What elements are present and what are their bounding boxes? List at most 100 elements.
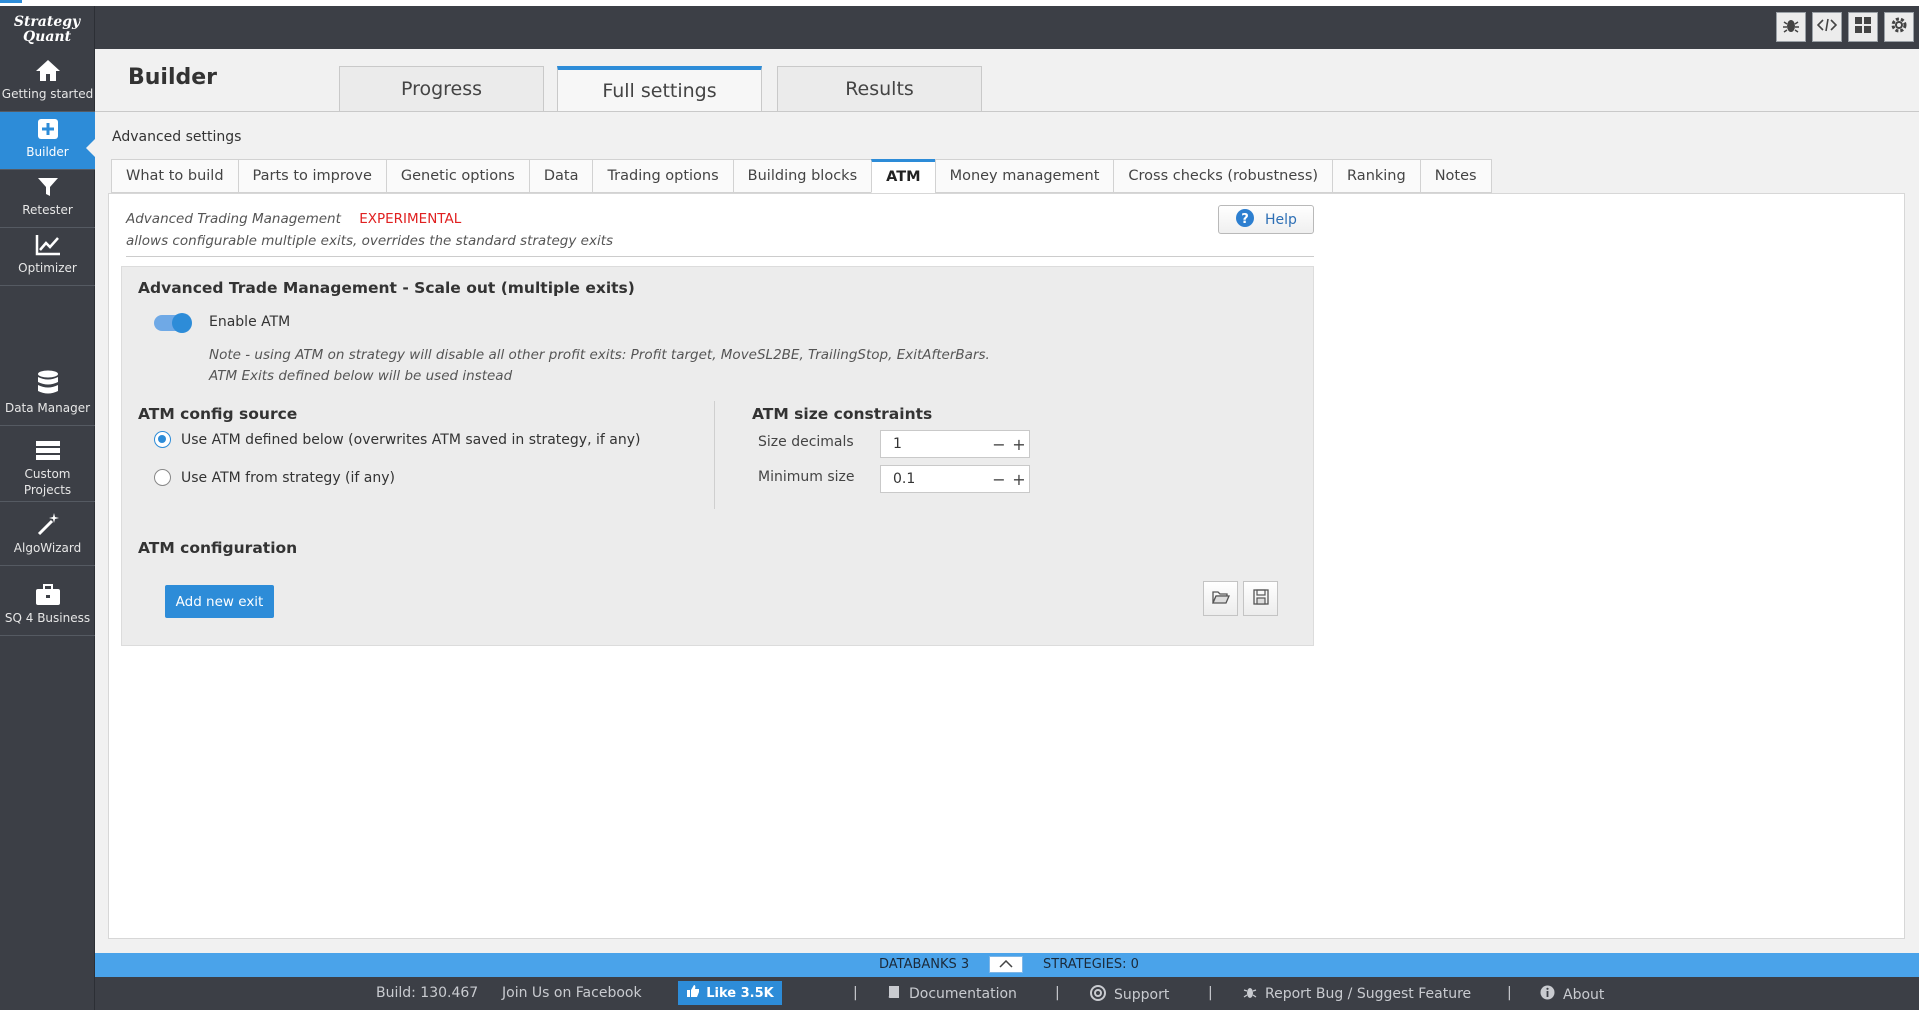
folder-open-icon <box>1211 589 1230 609</box>
atm-description: Advanced Trading Management EXPERIMENTAL… <box>126 208 613 252</box>
enable-atm-toggle[interactable] <box>154 313 192 333</box>
atm-description-title: Advanced Trading Management <box>126 211 341 227</box>
atm-settings-box: Advanced Trade Management - Scale out (m… <box>121 266 1314 646</box>
chart-icon <box>35 228 61 256</box>
chevron-up-icon <box>999 957 1013 972</box>
tab-trading-options[interactable]: Trading options <box>592 159 733 193</box>
lifebuoy-icon <box>1090 985 1106 1005</box>
databanks-count: DATABANKS 3 <box>879 957 970 972</box>
logo-line1: Strategy <box>13 14 81 30</box>
tab-full-settings[interactable]: Full settings <box>557 66 762 112</box>
size-decimals-value[interactable]: 1 <box>881 436 989 452</box>
code-icon <box>1816 17 1838 37</box>
add-new-exit-button[interactable]: Add new exit <box>165 585 274 618</box>
strategies-count: STRATEGIES: 0 <box>1043 957 1139 972</box>
plus-icon[interactable]: + <box>1009 470 1029 489</box>
about-label: About <box>1563 986 1605 1003</box>
report-bug-label: Report Bug / Suggest Feature <box>1265 986 1472 1002</box>
sidebar-item-label: AlgoWizard <box>13 541 82 555</box>
tab-cross-checks[interactable]: Cross checks (robustness) <box>1113 159 1333 193</box>
radio-use-strategy[interactable]: Use ATM from strategy (if any) <box>154 469 395 486</box>
note-line1: Note - using ATM on strategy will disabl… <box>209 347 990 363</box>
atm-content-panel: Advanced Trading Management EXPERIMENTAL… <box>108 193 1905 939</box>
sidebar-item-optimizer[interactable]: Optimizer <box>0 228 95 286</box>
tab-divider <box>95 111 1919 112</box>
minimum-size-stepper[interactable]: 0.1 − + <box>880 465 1030 493</box>
bug-icon <box>1243 985 1257 1003</box>
tab-atm[interactable]: ATM <box>871 159 935 193</box>
radio-use-defined[interactable]: Use ATM defined below (overwrites ATM sa… <box>154 431 640 448</box>
sidebar-item-label: Builder <box>26 145 69 159</box>
tab-genetic-options[interactable]: Genetic options <box>385 159 529 193</box>
wand-icon <box>36 502 60 536</box>
sidebar-item-custom-projects[interactable]: Custom Projects <box>0 426 95 502</box>
tab-money-management[interactable]: Money management <box>934 159 1114 193</box>
status-bar: DATABANKS 3 STRATEGIES: 0 <box>95 953 1919 977</box>
debug-button[interactable] <box>1776 12 1806 42</box>
description-divider <box>126 256 1314 257</box>
code-editor-button[interactable] <box>1812 12 1842 42</box>
sidebar-item-data-manager[interactable]: Data Manager <box>0 368 95 426</box>
plus-icon[interactable]: + <box>1009 435 1029 454</box>
build-version: Build: 130.467 <box>376 985 479 1001</box>
atm-configuration-title: ATM configuration <box>138 539 298 557</box>
about-link[interactable]: About <box>1540 985 1604 1004</box>
help-button[interactable]: ? Help <box>1218 205 1314 234</box>
book-icon <box>887 985 901 1003</box>
radio-button-selected[interactable] <box>154 431 171 448</box>
save-config-button[interactable] <box>1243 581 1278 616</box>
advanced-tabs: What to build Parts to improve Genetic o… <box>111 159 1492 193</box>
footer: Build: 130.467 Join Us on Facebook Like … <box>95 977 1919 1010</box>
facebook-like-button[interactable]: Like 3.5K <box>678 981 782 1005</box>
sidebar-item-builder[interactable]: Builder <box>0 112 96 170</box>
filter-icon <box>37 170 59 198</box>
tab-building-blocks[interactable]: Building blocks <box>732 159 872 193</box>
tab-ranking[interactable]: Ranking <box>1332 159 1420 193</box>
tab-parts-to-improve[interactable]: Parts to improve <box>237 159 386 193</box>
atm-note: Note - using ATM on strategy will disabl… <box>209 345 990 387</box>
size-constraints-title: ATM size constraints <box>752 405 933 423</box>
minimum-size-label: Minimum size <box>758 469 855 485</box>
settings-button[interactable] <box>1884 12 1914 42</box>
support-label: Support <box>1114 987 1170 1003</box>
toggle-databanks-button[interactable] <box>989 956 1023 973</box>
atm-description-line2: allows configurable multiple exits, over… <box>126 233 614 249</box>
tab-results[interactable]: Results <box>777 66 982 112</box>
section-title: Advanced Trade Management - Scale out (m… <box>138 279 635 297</box>
tab-what-to-build[interactable]: What to build <box>111 159 238 193</box>
sidebar-item-algowizard[interactable]: AlgoWizard <box>0 502 95 566</box>
tab-progress[interactable]: Progress <box>339 66 544 112</box>
tab-notes[interactable]: Notes <box>1419 159 1492 193</box>
svg-text:?: ? <box>1241 212 1249 227</box>
help-label: Help <box>1265 211 1297 228</box>
minus-icon[interactable]: − <box>989 470 1009 489</box>
database-icon <box>37 368 59 396</box>
note-line2: ATM Exits defined below will be used ins… <box>209 368 513 384</box>
sidebar-item-label: SQ 4 Business <box>4 611 91 625</box>
minus-icon[interactable]: − <box>989 435 1009 454</box>
documentation-link[interactable]: Documentation <box>887 985 1017 1003</box>
documentation-label: Documentation <box>909 986 1017 1002</box>
radio-button[interactable] <box>154 469 171 486</box>
sidebar-item-label: Optimizer <box>18 261 77 275</box>
support-link[interactable]: Support <box>1090 985 1169 1005</box>
tab-data[interactable]: Data <box>528 159 593 193</box>
radio-use-defined-label: Use ATM defined below (overwrites ATM sa… <box>181 431 641 448</box>
sidebar-item-sq4business[interactable]: SQ 4 Business <box>0 566 95 636</box>
home-icon <box>35 54 61 82</box>
logo-line2: Quant <box>22 29 72 45</box>
plus-icon <box>37 112 59 140</box>
app-logo: Strategy Quant <box>0 6 94 54</box>
size-decimals-stepper[interactable]: 1 − + <box>880 430 1030 458</box>
gear-icon <box>1889 15 1909 39</box>
layout-button[interactable] <box>1848 12 1878 42</box>
join-facebook-link[interactable]: Join Us on Facebook <box>502 985 642 1001</box>
open-config-button[interactable] <box>1203 581 1238 616</box>
report-bug-link[interactable]: Report Bug / Suggest Feature <box>1243 985 1471 1003</box>
bug-icon <box>1782 16 1800 38</box>
sidebar-item-retester[interactable]: Retester <box>0 170 95 228</box>
minimum-size-value[interactable]: 0.1 <box>881 471 989 487</box>
layout-icon <box>1854 16 1872 38</box>
experimental-badge: EXPERIMENTAL <box>359 211 462 227</box>
sidebar-item-getting-started[interactable]: Getting started <box>0 54 95 112</box>
